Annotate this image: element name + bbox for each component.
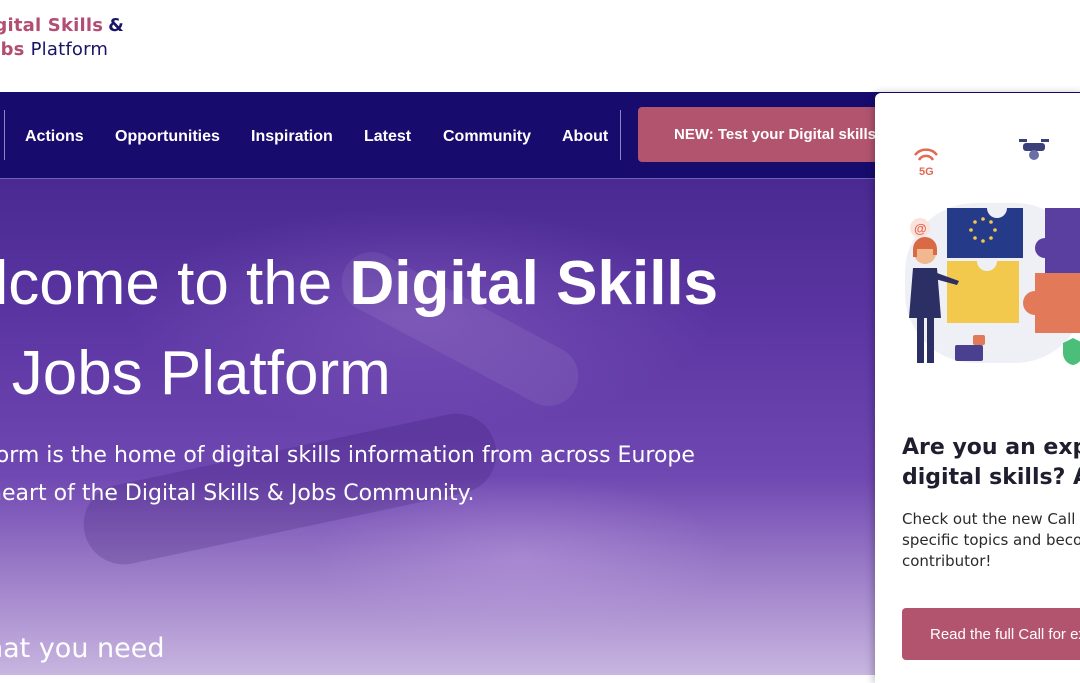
hero-title-line2: d Jobs Platform — [0, 339, 391, 408]
5g-label: 5G — [919, 166, 934, 178]
hero-title-bold: Digital Skills — [349, 249, 719, 318]
drone-icon — [1019, 139, 1049, 160]
nav-item-community[interactable]: Community — [443, 127, 531, 147]
hero-subtitle-line2: heart of the Digital Skills & Jobs Commu… — [0, 481, 475, 506]
read-full-call-button[interactable]: Read the full Call for ex — [902, 608, 1080, 660]
site-header: igital Skills& obsPlatform — [0, 0, 1080, 92]
shield-icon — [1062, 338, 1080, 365]
card-description: Check out the new Call f specific topics… — [902, 509, 1080, 572]
nav-divider-left — [4, 110, 5, 160]
logo-text-jobs: obs — [0, 39, 25, 60]
card-text-line2: specific topics and becor — [902, 531, 1080, 549]
nav-item-opportunities[interactable]: Opportunities — [115, 127, 220, 147]
card-title-line1: Are you an expe — [902, 435, 1080, 460]
svg-text:@: @ — [914, 221, 927, 236]
logo-text-digital-skills: igital Skills — [0, 15, 104, 36]
hero-title: elcome to the Digital Skills d Jobs Plat… — [0, 239, 718, 419]
card-title-line2: digital skills? Ap — [902, 465, 1080, 490]
logo-ampersand: & — [108, 15, 125, 36]
hero-section-heading: hat you need — [0, 633, 165, 664]
card-text-line3: contributor! — [902, 552, 992, 570]
nav-item-inspiration[interactable]: Inspiration — [251, 127, 333, 147]
site-logo[interactable]: igital Skills& obsPlatform — [0, 14, 124, 62]
nav-item-about[interactable]: About — [562, 127, 608, 147]
experts-call-card: 5G @ Are you an ex digital skills? Check… — [875, 93, 1080, 683]
wifi-icon — [914, 148, 938, 161]
puzzle-illustration: 5G @ — [905, 139, 1080, 365]
hero-title-regular: elcome to the — [0, 249, 333, 318]
logo-text-platform: Platform — [30, 39, 109, 60]
nav-item-latest[interactable]: Latest — [364, 127, 411, 147]
test-digital-skills-button[interactable]: NEW: Test your Digital skills — [638, 107, 880, 162]
nav-item-actions[interactable]: Actions — [25, 127, 84, 147]
card-text-line1: Check out the new Call f — [902, 510, 1080, 528]
nav-divider-right — [620, 110, 621, 160]
card-title: Are you an expe digital skills? Ap — [902, 433, 1080, 493]
hero-subtitle-line1: form is the home of digital skills infor… — [0, 443, 695, 468]
hero-subtitle: form is the home of digital skills infor… — [0, 437, 695, 513]
